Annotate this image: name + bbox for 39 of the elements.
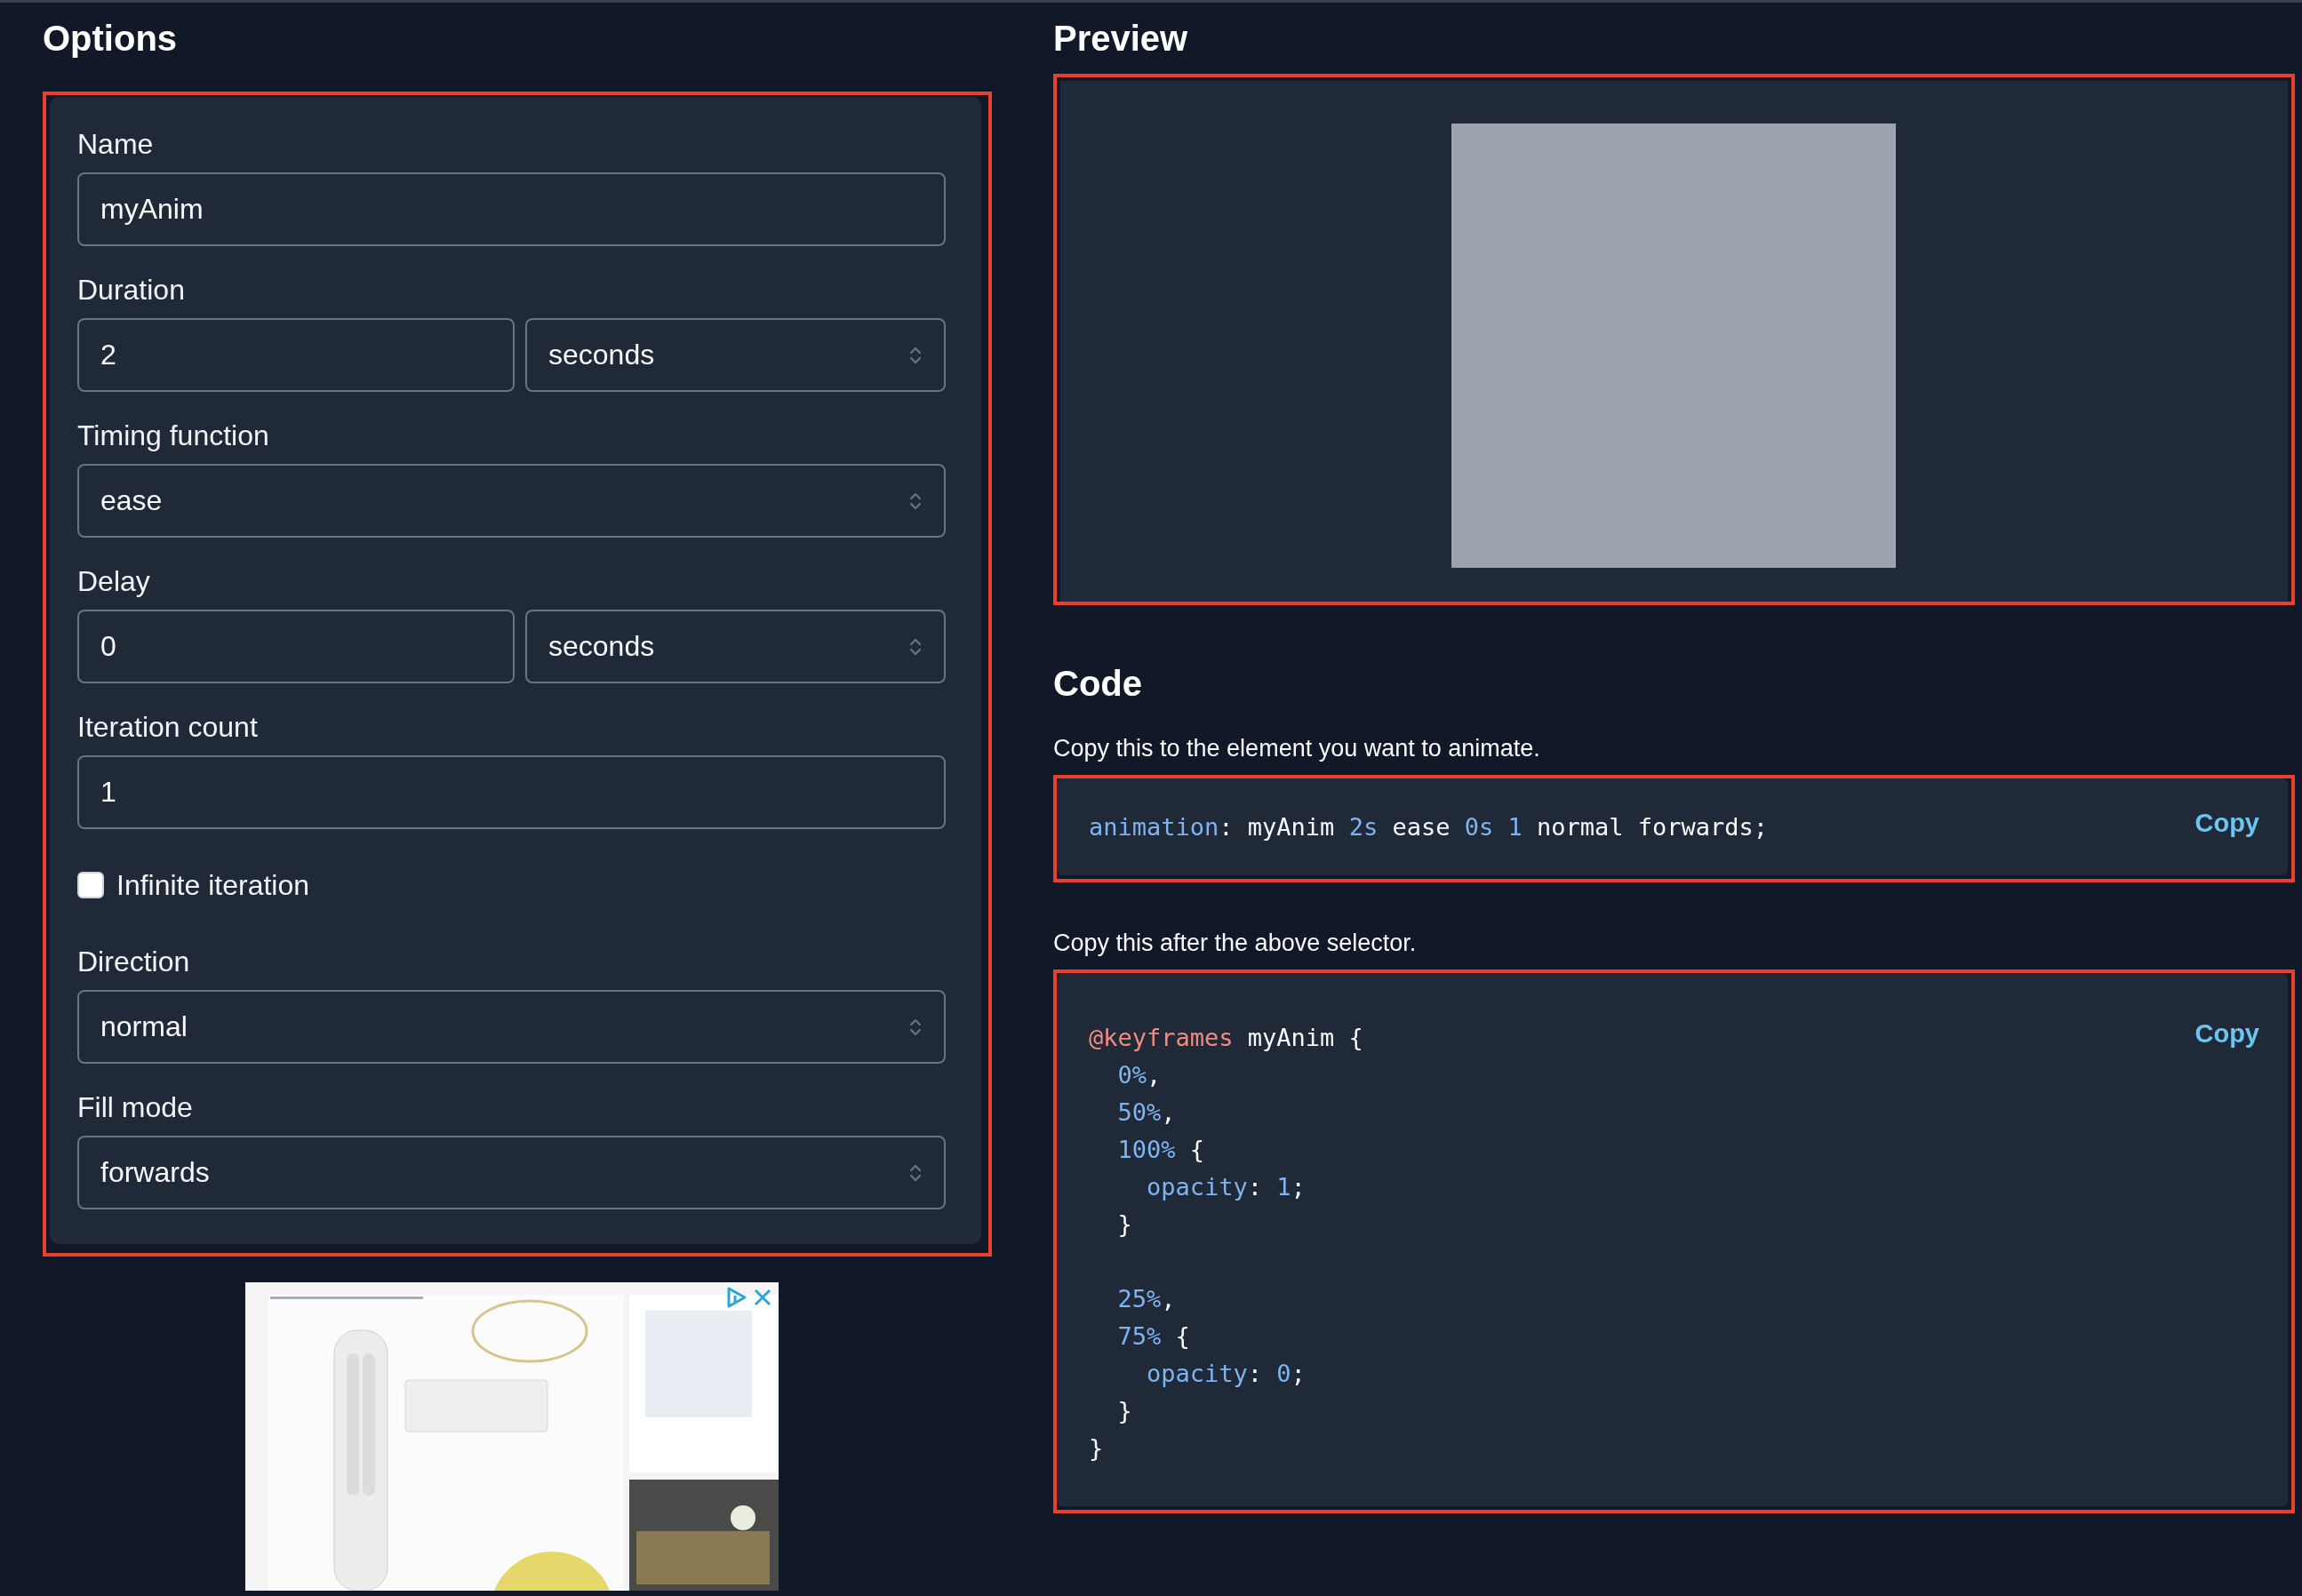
copy-button[interactable]: Copy: [2194, 809, 2259, 838]
code-line: 25%,: [1116, 1284, 1177, 1314]
input-field[interactable]: myAnim: [77, 172, 946, 246]
checkbox-label: Infinite iteration: [116, 868, 309, 903]
section-heading: Options: [43, 18, 179, 60]
input-field[interactable]: 0: [77, 610, 515, 683]
code-line: animation: myAnim 2s ease 0s 1 normal forwards;: [1089, 812, 1769, 842]
code-line: opacity: 0;: [1146, 1359, 1307, 1389]
select-dropdown[interactable]: ease: [77, 464, 946, 538]
field-label: Timing function: [77, 419, 270, 453]
checkbox[interactable]: [77, 872, 104, 898]
input-field[interactable]: 1: [77, 755, 946, 829]
code-line: }: [1089, 1433, 1105, 1464]
code-line: 0%,: [1116, 1060, 1163, 1090]
code-line: 75% {: [1116, 1321, 1191, 1352]
code-line: 50%,: [1116, 1097, 1177, 1128]
select-dropdown[interactable]: normal: [77, 990, 946, 1064]
instruction-text: Copy this to the element you want to animate.: [1053, 734, 1541, 763]
code-line: 100% {: [1116, 1135, 1206, 1165]
code-line: }: [1116, 1209, 1133, 1240]
select-dropdown[interactable]: forwards: [77, 1136, 946, 1209]
field-label: Delay: [77, 564, 151, 599]
section-heading: Preview: [1053, 18, 1189, 60]
copy-button[interactable]: Copy: [2194, 1019, 2259, 1049]
select-dropdown[interactable]: seconds: [525, 610, 946, 683]
code-line: opacity: 1;: [1146, 1172, 1307, 1202]
close-icon[interactable]: [752, 1287, 773, 1308]
section-heading: Code: [1053, 663, 1143, 705]
field-label: Duration: [77, 273, 186, 307]
field-label: Iteration count: [77, 710, 259, 745]
instruction-text: Copy this after the above selector.: [1053, 929, 1418, 958]
field-label: Name: [77, 127, 155, 162]
code-line: }: [1116, 1396, 1133, 1426]
field-label: Fill mode: [77, 1090, 194, 1125]
ad-choices-icon[interactable]: [725, 1286, 748, 1309]
code-line: @keyframes myAnim {: [1089, 1023, 1363, 1053]
field-label: Direction: [77, 945, 191, 979]
select-dropdown[interactable]: seconds: [525, 318, 946, 392]
input-field[interactable]: 2: [77, 318, 515, 392]
